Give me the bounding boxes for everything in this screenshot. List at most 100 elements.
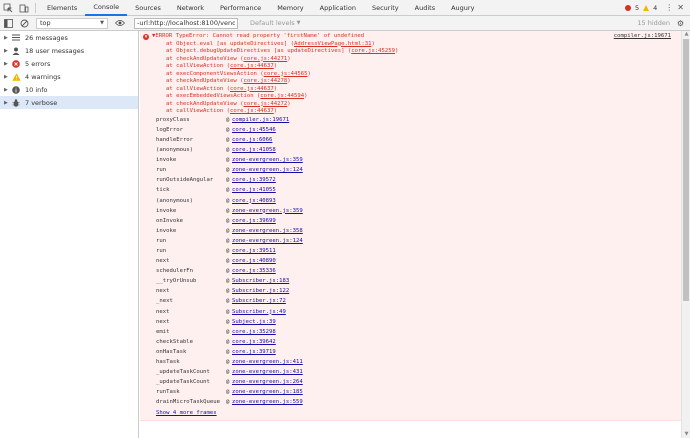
frame-source-link[interactable]: zone-evergreen.js:359 [232,157,303,165]
sidebar-item-info[interactable]: ▶ 10 info [0,83,138,96]
frame-source-link[interactable]: core.js:39699 [232,218,276,226]
frame-function: emit [156,328,170,335]
frame-source-link[interactable]: Subscriber.js:72 [232,298,286,306]
stack-line-link[interactable]: core.js:44272 [243,101,287,107]
sidebar-item-errors[interactable]: ▶ 5 errors [0,57,138,70]
error-stack-line: at Object.debugUpdateDirectives [as upda… [140,48,681,56]
frame-source-link[interactable]: zone-evergreen.js:185 [232,389,303,397]
frame-source-link[interactable]: Subscriber.js:183 [232,278,289,286]
frame-function: handleError [156,136,194,143]
frame-source-link[interactable]: core.js:39719 [232,349,276,357]
stack-frame-row: run @ zone-evergreen.js:124 [156,166,681,176]
filter-input[interactable] [134,17,238,29]
frame-source-link[interactable]: Subscriber.js:49 [232,309,286,317]
close-icon[interactable]: ✕ [677,3,684,12]
frame-source-link[interactable]: zone-evergreen.js:559 [232,399,303,407]
sidebar-item-warnings[interactable]: ▶ 4 warnings [0,70,138,83]
stack-line-tail: ) [273,108,278,114]
frame-source-link[interactable]: compiler.js:19671 [232,117,289,125]
frame-source-link[interactable]: zone-evergreen.js:124 [232,167,303,175]
context-selector[interactable]: top ▼ [36,17,108,29]
frame-source-link[interactable]: core.js:39511 [232,248,276,256]
stack-frame-row: _next @ Subscriber.js:72 [156,297,681,307]
error-source-link[interactable]: compiler.js:19671 [614,33,681,41]
frame-source-link[interactable]: core.js:40893 [232,198,276,206]
frame-source-link[interactable]: core.js:6066 [232,137,272,145]
settings-gear-icon[interactable]: ⚙ [677,19,684,28]
frame-source-link[interactable]: core.js:40890 [232,258,276,266]
stack-line-link[interactable]: core.js:44637 [230,108,274,114]
tab-audits[interactable]: Audits [407,0,443,16]
stack-frame-row: _updateTaskCount @ zone-evergreen.js:264 [156,378,681,388]
toolbar-divider [35,2,36,13]
tab-elements[interactable]: Elements [39,0,85,16]
frame-source-link[interactable]: zone-evergreen.js:431 [232,369,303,377]
warning-count-icon [643,4,650,11]
stack-frame-row: (anonymous) @ core.js:40893 [156,196,681,206]
scroll-up-icon[interactable]: ▲ [682,31,690,38]
tab-sources[interactable]: Sources [127,0,169,16]
inspect-element-icon[interactable] [0,0,16,16]
frame-function: runOutsideAngular [156,177,214,184]
stack-line-link[interactable]: core.js:44278 [243,78,287,84]
stack-frame-row: __tryOrUnsub @ Subscriber.js:183 [156,277,681,287]
stack-frame-row: emit @ core.js:35298 [156,327,681,337]
sidebar-item-label: 7 verbose [25,98,58,107]
stack-line-link[interactable]: core.js:45259 [351,48,395,54]
tab-memory[interactable]: Memory [269,0,311,16]
stack-line-link[interactable]: core.js:44637 [230,86,274,92]
stack-line-link[interactable]: core.js:44594 [260,93,304,99]
levels-chevron-icon: ▼ [296,20,301,26]
sidebar-item-user-messages[interactable]: ▶ 18 user messages [0,44,138,57]
frame-function: checkStable [156,338,194,345]
clear-console-icon[interactable] [16,15,32,31]
frame-source-link[interactable]: core.js:41055 [232,187,276,195]
stack-line-link[interactable]: AddressViewPage.html:31 [294,41,371,47]
log-levels-dropdown[interactable]: Default levels [250,19,295,27]
tab-application[interactable]: Application [312,0,364,16]
sidebar-item-verbose[interactable]: ▶ 7 verbose [0,96,138,109]
stack-frame-row: invoke @ zone-evergreen.js:359 [156,206,681,216]
stack-line-link[interactable]: core.js:44637 [230,63,274,69]
scrollbar-thumb[interactable] [683,39,689,301]
frame-source-link[interactable]: zone-evergreen.js:359 [232,208,303,216]
frame-source-link[interactable]: core.js:39642 [232,339,276,347]
more-options-icon[interactable]: ⋮ [665,3,673,12]
tab-network[interactable]: Network [169,0,212,16]
frame-source-link[interactable]: zone-evergreen.js:264 [232,379,303,387]
frame-source-link[interactable]: zone-evergreen.js:411 [232,359,303,367]
stack-frame-row: checkStable @ core.js:39642 [156,338,681,348]
error-header[interactable]: × ▼ERROR TypeError: Cannot read property… [140,33,681,41]
tab-augury[interactable]: Augury [443,0,482,16]
frame-function: hasTask [156,359,180,366]
console-scrollbar[interactable]: ▲ ▼ [681,31,690,438]
frame-source-link[interactable]: core.js:35336 [232,268,276,276]
frame-function: _updateTaskCount [156,379,210,386]
frame-source-link[interactable]: zone-evergreen.js:124 [232,238,303,246]
stack-line-link[interactable]: core.js:44271 [243,56,287,62]
frame-source-link[interactable]: core.js:41058 [232,147,276,155]
device-toolbar-icon[interactable] [16,0,32,16]
scroll-down-icon[interactable]: ▼ [682,431,690,438]
stack-line-tail: ) [287,55,291,62]
error-icon [10,59,22,69]
frame-function: invoke [156,227,177,234]
stack-line-link[interactable]: core.js:44565 [264,71,308,77]
stack-frame-row: schedulerFn @ core.js:35336 [156,267,681,277]
sidebar-item-messages[interactable]: ▶ 26 messages [0,31,138,44]
frame-source-link[interactable]: core.js:45546 [232,127,276,135]
frame-source-link[interactable]: core.js:39572 [232,177,276,185]
tab-security[interactable]: Security [364,0,407,16]
stack-line-text: at callViewAction ( [166,108,230,114]
live-expression-eye-icon[interactable] [112,15,128,31]
tab-console[interactable]: Console [85,0,128,16]
frame-source-link[interactable]: Subject.js:39 [232,319,276,327]
sidebar-toggle-icon[interactable] [0,15,16,31]
frame-source-link[interactable]: Subscriber.js:122 [232,288,289,296]
show-more-frames-link[interactable]: Show 4 more frames [140,408,681,418]
stack-line-text: at execEmbeddedViewsAction ( [166,93,261,99]
issue-counters[interactable]: 5 4 ⋮ ✕ [625,3,690,12]
frame-source-link[interactable]: core.js:35298 [232,329,276,337]
tab-performance[interactable]: Performance [212,0,269,16]
frame-source-link[interactable]: zone-evergreen.js:358 [232,228,303,236]
